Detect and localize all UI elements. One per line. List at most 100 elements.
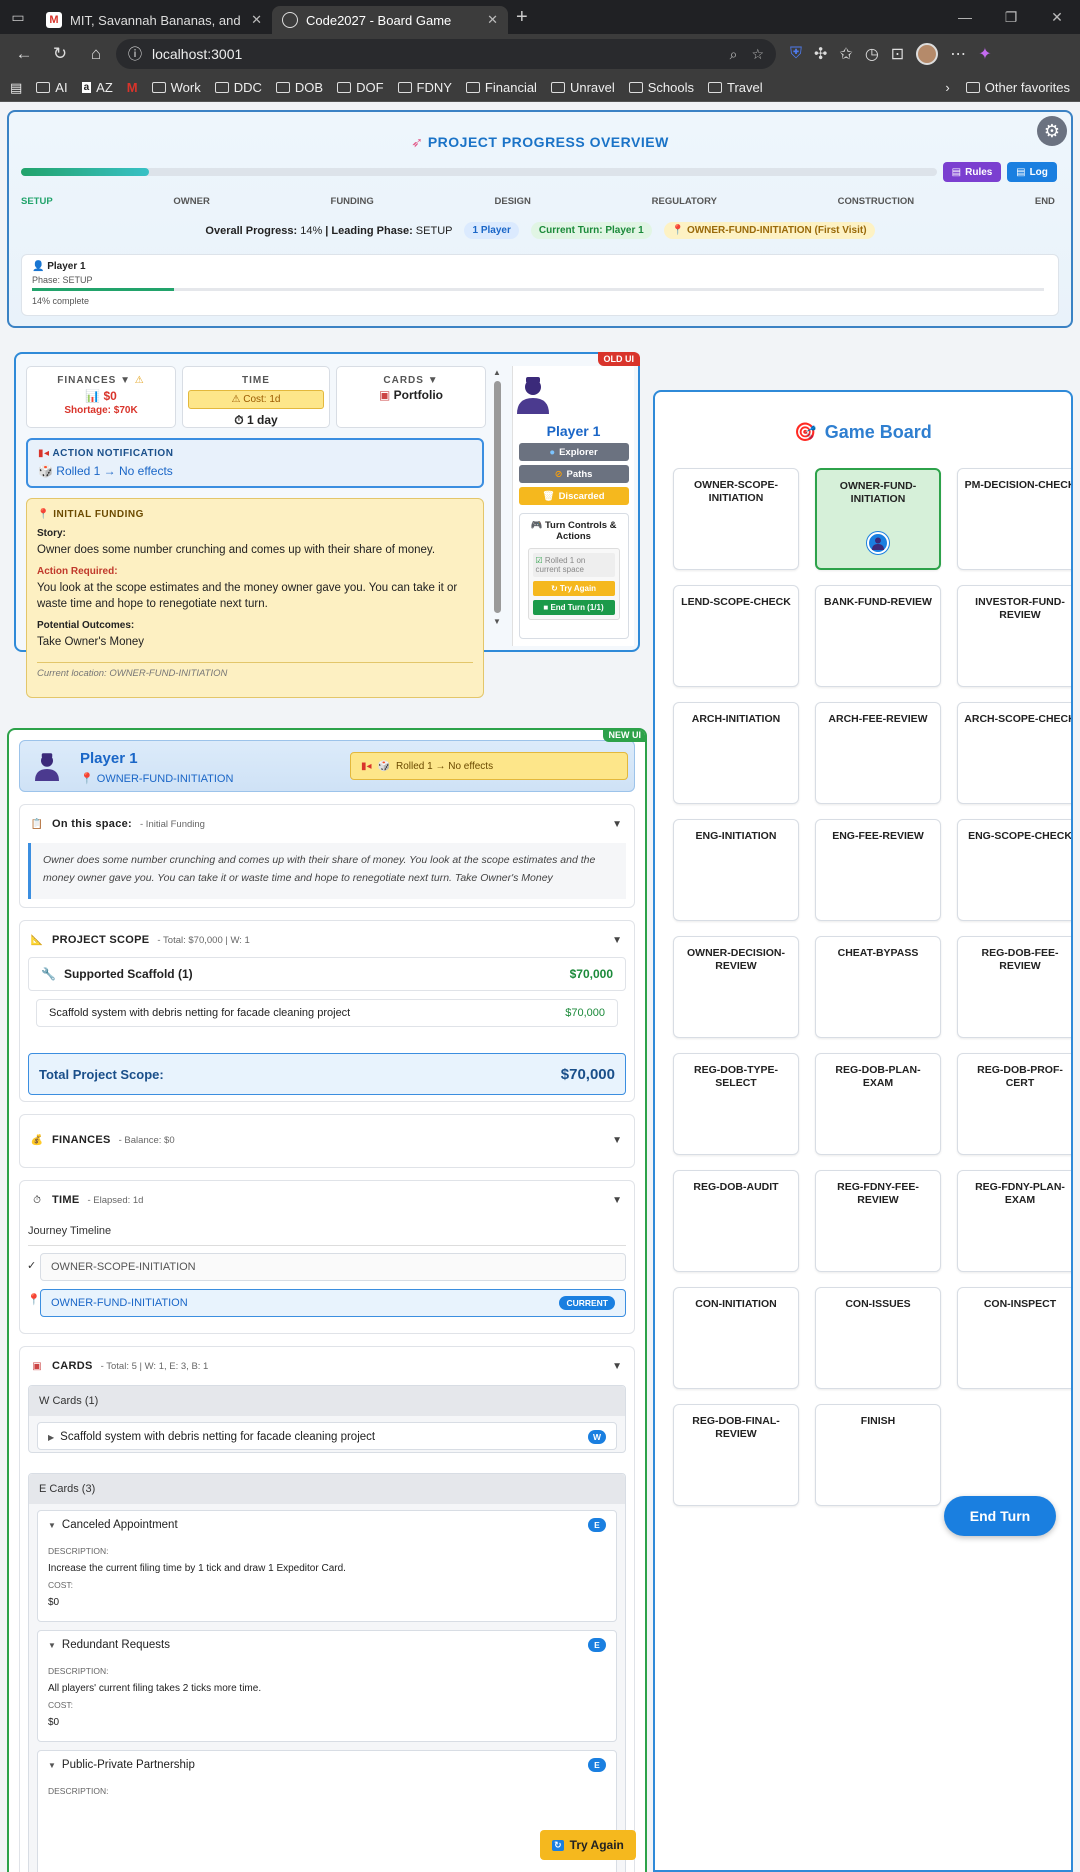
scrollbar[interactable]: ▲ ▼ bbox=[492, 368, 502, 638]
end-turn-small-button[interactable]: ■ End Turn (1/1) bbox=[532, 600, 615, 615]
scrollbar-thumb[interactable] bbox=[493, 381, 501, 613]
profile-avatar[interactable] bbox=[916, 43, 939, 65]
bookmarks-reading-icon[interactable]: ▤ bbox=[10, 80, 22, 96]
finances-stat[interactable]: FINANCES ▼ ⚠ 📊 $0 Shortage: $70K bbox=[26, 366, 176, 428]
screenshot-icon[interactable]: ⊡ bbox=[891, 44, 904, 64]
chevron-down-icon[interactable]: ▼ bbox=[612, 819, 622, 830]
board-space[interactable]: CHEAT-BYPASS bbox=[815, 936, 941, 1038]
action-notification: ▮◂ ACTION NOTIFICATION 🎲 Rolled 1 → No e… bbox=[26, 438, 484, 488]
board-space[interactable]: REG-DOB-PLAN-EXAM bbox=[815, 1053, 941, 1155]
board-space[interactable]: CON-INITIATION bbox=[673, 1287, 799, 1389]
stopwatch-icon: ⏱ bbox=[33, 1194, 41, 1206]
board-space[interactable]: LEND-SCOPE-CHECK bbox=[673, 585, 799, 687]
board-space[interactable]: CON-ISSUES bbox=[815, 1287, 941, 1389]
board-space[interactable]: REG-DOB-PROF-CERT bbox=[957, 1053, 1071, 1155]
discarded-button[interactable]: 🗑 Discarded bbox=[518, 487, 629, 505]
tab-actions-icon[interactable]: ▭ bbox=[0, 0, 36, 34]
board-space[interactable]: REG-DOB-TYPE-SELECT bbox=[673, 1053, 799, 1155]
copilot-icon[interactable]: ✦ bbox=[978, 44, 991, 64]
bookmark-az[interactable]: a AZ bbox=[81, 80, 113, 95]
try-again-small-button[interactable]: ↻ Try Again bbox=[532, 581, 615, 596]
site-info-icon[interactable]: ⓘ bbox=[128, 44, 142, 64]
board-space[interactable]: INVESTOR-FUND-REVIEW bbox=[957, 585, 1071, 687]
chevron-right-icon[interactable]: › bbox=[945, 80, 949, 95]
chevron-down-icon[interactable]: ▼ bbox=[612, 1135, 622, 1146]
board-space[interactable]: REG-DOB-FEE-REVIEW bbox=[957, 936, 1071, 1038]
extensions-icon[interactable]: ✣ bbox=[814, 44, 827, 64]
project-scope-section[interactable]: 📐 PROJECT SCOPE - Total: $70,000 | W: 1 … bbox=[19, 920, 635, 1102]
board-space[interactable]: ENG-FEE-REVIEW bbox=[815, 819, 941, 921]
restore-icon[interactable]: ❐ bbox=[988, 9, 1034, 26]
bookmark-dof[interactable]: DOF bbox=[337, 80, 384, 95]
minimize-icon[interactable]: — bbox=[942, 9, 988, 26]
board-space[interactable]: FINISH bbox=[815, 1404, 941, 1506]
e-card-item[interactable]: ▼ Canceled Appointment E DESCRIPTION: In… bbox=[37, 1510, 617, 1622]
bookmark-other-favorites[interactable]: Other favorites bbox=[965, 80, 1070, 95]
new-tab-icon[interactable]: + bbox=[516, 6, 528, 29]
tab-code2027[interactable]: Code2027 - Board Game ✕ bbox=[272, 6, 508, 34]
e-card-item[interactable]: ▼ Public-Private Partnership E DESCRIPTI… bbox=[37, 1750, 617, 1872]
more-icon[interactable]: ⋯ bbox=[950, 44, 966, 64]
bookmark-financial[interactable]: Financial bbox=[465, 80, 537, 95]
board-space[interactable]: ARCH-SCOPE-CHECK bbox=[957, 702, 1071, 804]
folder-icon bbox=[397, 82, 412, 93]
bookmark-schools[interactable]: Schools bbox=[628, 80, 694, 95]
favorite-star-icon[interactable]: ☆ bbox=[751, 46, 764, 63]
board-space[interactable]: REG-FDNY-PLAN-EXAM bbox=[957, 1170, 1071, 1272]
cards-section[interactable]: ▣ CARDS - Total: 5 | W: 1, E: 3, B: 1 ▼ … bbox=[19, 1346, 635, 1872]
board-space[interactable]: ENG-INITIATION bbox=[673, 819, 799, 921]
scope-item[interactable]: 🔧 Supported Scaffold (1) $70,000 bbox=[28, 957, 626, 991]
board-space[interactable]: ARCH-FEE-REVIEW bbox=[815, 702, 941, 804]
on-this-space-section[interactable]: 📋 On this space: - Initial Funding ▼ Own… bbox=[19, 804, 635, 908]
bookmark-work[interactable]: Work bbox=[151, 80, 201, 95]
home-icon[interactable]: ⌂ bbox=[80, 38, 112, 70]
board-space[interactable]: ARCH-INITIATION bbox=[673, 702, 799, 804]
chevron-down-icon[interactable]: ▼ bbox=[612, 1195, 622, 1206]
bookmark-travel[interactable]: Travel bbox=[708, 80, 763, 95]
cards-stat[interactable]: CARDS ▼ ▣ Portfolio bbox=[336, 366, 486, 428]
w-card-item[interactable]: ▶ Scaffold system with debris netting fo… bbox=[37, 1422, 617, 1450]
paths-button[interactable]: ⊘ Paths bbox=[518, 465, 629, 483]
close-window-icon[interactable]: ✕ bbox=[1034, 9, 1080, 26]
shield-extension-icon[interactable]: ⛨ bbox=[790, 45, 802, 63]
explorer-button[interactable]: ● Explorer bbox=[518, 443, 629, 461]
board-space[interactable]: BANK-FUND-REVIEW bbox=[815, 585, 941, 687]
board-space[interactable]: PM-DECISION-CHECK bbox=[957, 468, 1071, 570]
board-space[interactable]: REG-FDNY-FEE-REVIEW bbox=[815, 1170, 941, 1272]
tab-gmail[interactable]: M MIT, Savannah Bananas, and Billio ✕ bbox=[36, 6, 272, 34]
finances-section[interactable]: 💰 FINANCES - Balance: $0 ▼ bbox=[19, 1114, 635, 1168]
history-icon[interactable]: ◷ bbox=[865, 44, 879, 64]
bookmark-gmail[interactable]: M bbox=[127, 80, 138, 95]
board-space[interactable]: REG-DOB-FINAL-REVIEW bbox=[673, 1404, 799, 1506]
end-turn-button[interactable]: End Turn bbox=[944, 1496, 1056, 1536]
bookmark-ddc[interactable]: DDC bbox=[214, 80, 262, 95]
chevron-down-icon[interactable]: ▼ bbox=[612, 935, 622, 946]
players-count-pill: 1 Player bbox=[464, 222, 519, 239]
board-space-current[interactable]: OWNER-FUND-INITIATION bbox=[815, 468, 941, 570]
log-button[interactable]: ▤ Log bbox=[1007, 162, 1057, 182]
board-space[interactable]: REG-DOB-AUDIT bbox=[673, 1170, 799, 1272]
bookmark-fdny[interactable]: FDNY bbox=[397, 80, 452, 95]
url-field[interactable]: ⓘ localhost:3001 ⌕ ☆ bbox=[116, 39, 776, 69]
board-space[interactable]: OWNER-SCOPE-INITIATION bbox=[673, 468, 799, 570]
scroll-up-icon[interactable]: ▲ bbox=[492, 368, 502, 377]
favorites-icon[interactable]: ✩ bbox=[839, 44, 852, 64]
try-again-button[interactable]: ↻ Try Again bbox=[540, 1830, 636, 1860]
back-icon[interactable]: ← bbox=[8, 38, 40, 70]
time-section[interactable]: ⏱ TIME - Elapsed: 1d ▼ Journey Timeline … bbox=[19, 1180, 635, 1334]
reload-icon[interactable]: ↻ bbox=[44, 38, 76, 70]
zoom-icon[interactable]: ⌕ bbox=[730, 46, 738, 63]
scroll-down-icon[interactable]: ▼ bbox=[492, 617, 502, 626]
chevron-down-icon[interactable]: ▼ bbox=[612, 1361, 622, 1372]
board-space[interactable]: ENG-SCOPE-CHECK bbox=[957, 819, 1071, 921]
e-card-item[interactable]: ▼ Redundant Requests E DESCRIPTION: All … bbox=[37, 1630, 617, 1742]
board-space[interactable]: OWNER-DECISION-REVIEW bbox=[673, 936, 799, 1038]
rules-button[interactable]: ▤ Rules bbox=[943, 162, 1001, 182]
finances-value: $0 bbox=[103, 389, 117, 403]
bookmark-unravel[interactable]: Unravel bbox=[550, 80, 615, 95]
close-tab-icon[interactable]: ✕ bbox=[487, 12, 498, 28]
close-tab-icon[interactable]: ✕ bbox=[251, 12, 262, 28]
board-space[interactable]: CON-INSPECT bbox=[957, 1287, 1071, 1389]
bookmark-ai[interactable]: AI bbox=[36, 80, 68, 95]
bookmark-dob[interactable]: DOB bbox=[275, 80, 323, 95]
